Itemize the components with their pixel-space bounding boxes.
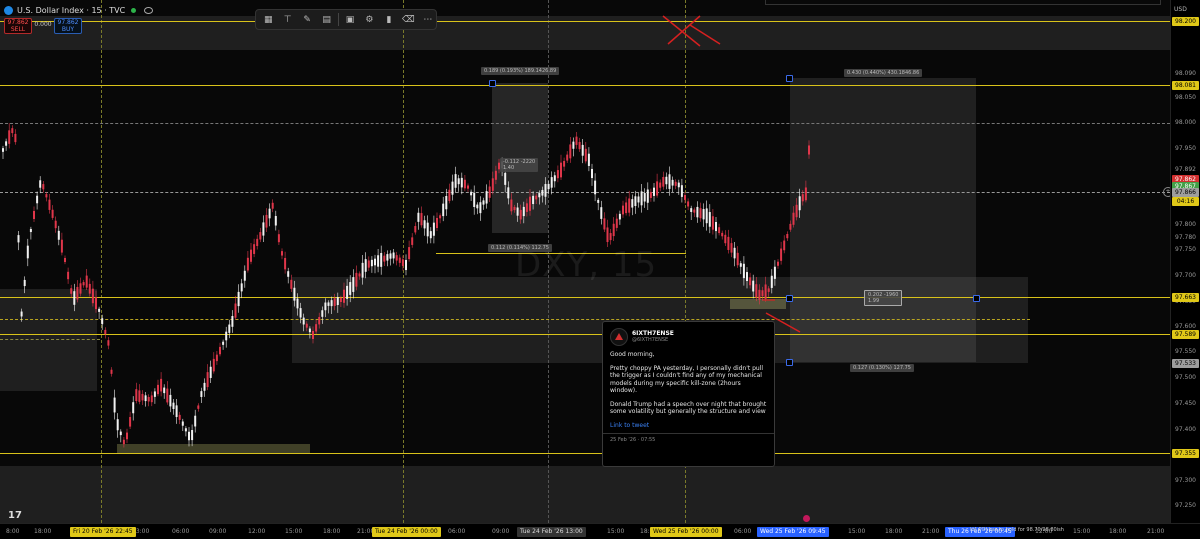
layout-icon[interactable]: ▦ (260, 12, 276, 27)
buy-label: BUY (61, 26, 75, 33)
chart-plot-area[interactable]: DXY, 15 0.189 (0.193%) 189.1426.89 -0.11… (0, 0, 1170, 523)
price-tick: 97.600 (1175, 323, 1196, 330)
sell-price: 97.862 (7, 19, 29, 26)
time-tick: 18:00 (323, 528, 341, 535)
tv-logo-icon: 17 (8, 510, 22, 521)
price-tick: 97.700 (1175, 272, 1196, 279)
time-tick: 06:00 (734, 528, 752, 535)
time-badge: Wed 25 Feb '26 09:45 (757, 527, 829, 537)
tweet-paragraph-2: Donald Trump had a speech over night tha… (610, 400, 767, 416)
price-badge: 97.355 (1172, 449, 1199, 458)
tweet-greeting: Good morning, (610, 351, 655, 358)
brush-icon[interactable]: ✎ (299, 12, 315, 27)
price-badge: 97.663 (1172, 293, 1199, 302)
reply-icon[interactable] (803, 515, 810, 522)
price-tick: 98.050 (1175, 94, 1196, 101)
buy-button[interactable]: 97.862 BUY (54, 18, 82, 34)
axis-settings-icon[interactable]: + (1163, 187, 1170, 197)
delete-icon[interactable]: ⌫ (400, 12, 416, 27)
price-badge: 97.533 (1172, 359, 1199, 368)
time-tick: 06:00 (172, 528, 190, 535)
price-tick: 97.500 (1175, 374, 1196, 381)
time-tick: 15:00 (1073, 528, 1091, 535)
price-badge: 97.589 (1172, 330, 1199, 339)
time-tick: 06:00 (448, 528, 466, 535)
tweet-paragraph-1: Pretty choppy PA yesterday, I personally… (610, 364, 764, 395)
time-tick: 15:00 (285, 528, 303, 535)
time-tick: 21:00 (922, 528, 940, 535)
live-dot-icon (131, 7, 137, 13)
time-tick: 8:00 (6, 528, 20, 535)
price-tick: 97.250 (1175, 502, 1196, 509)
analysis-note: H4 POI has to hold for 98.70/98.80ish (970, 527, 1064, 533)
time-tick: 18:00 (1109, 528, 1127, 535)
time-badge: Fri 20 Feb '26 22:45 (70, 527, 136, 537)
price-tick: 97.750 (1175, 246, 1196, 253)
time-badge: Tue 24 Feb '26 13:00 (517, 527, 586, 537)
tweet-author-name: 6IXTH7ENSE (632, 329, 674, 337)
time-tick: 15:00 (607, 528, 625, 535)
price-tick: 97.450 (1175, 400, 1196, 407)
add-text-icon[interactable]: ▣ (342, 12, 358, 27)
tweet-link[interactable]: Link to tweet (610, 422, 767, 430)
sell-button[interactable]: 97.862 SELL (4, 18, 32, 34)
spread-value: 0.000 (34, 21, 52, 28)
red-annotations (662, 15, 801, 333)
price-tick: 97.300 (1175, 477, 1196, 484)
toolbar-divider (337, 13, 339, 26)
price-tick: 97.950 (1175, 145, 1196, 152)
price-badge: 98.200 (1172, 17, 1199, 26)
eye-icon[interactable] (144, 6, 154, 14)
tweet-card[interactable]: 6IXTH7ENSE @6IXTH7ENSE Good morning, Pre… (602, 321, 775, 467)
price-axis[interactable]: USD 98.200 98.090 98.050 98.000 97.950 97.892… (1170, 0, 1200, 523)
text-icon[interactable]: ⊤ (279, 12, 295, 27)
price-badge: 04:16 (1172, 197, 1199, 206)
lock-icon[interactable]: ▮ (381, 12, 397, 27)
time-badge: Tue 24 Feb '26 00:00 (372, 527, 441, 537)
price-badge: 97.866 (1172, 188, 1199, 197)
time-tick: 12:00 (248, 528, 266, 535)
tweet-author-handle: @6IXTH7ENSE (632, 337, 669, 343)
more-icon[interactable]: ⋯ (420, 12, 436, 27)
price-tick: 98.000 (1175, 119, 1196, 126)
settings-icon[interactable]: ⚙ (361, 12, 377, 27)
symbol-legend: U.S. Dollar Index · 15 · TVC 97.862 SELL… (4, 4, 154, 34)
price-tick: 97.780 (1175, 234, 1196, 241)
symbol-title[interactable]: U.S. Dollar Index · 15 · TVC (17, 6, 125, 15)
buy-price: 97.862 (57, 19, 79, 26)
price-tick: 97.800 (1175, 221, 1196, 228)
time-tick: 15:00 (848, 528, 866, 535)
time-tick: 21:00 (1147, 528, 1165, 535)
price-badge: 98.081 (1172, 81, 1199, 90)
tweet-divider (603, 433, 774, 434)
tweet-timestamp: 25 Feb '26 · 07:55 (610, 437, 656, 443)
price-tick: 98.090 (1175, 70, 1196, 77)
currency-label: USD (1174, 6, 1187, 13)
time-badge: Wed 25 Feb '26 00:00 (650, 527, 722, 537)
top-panel-edge (765, 0, 1161, 5)
time-tick: 09:00 (209, 528, 227, 535)
time-tick: 18:00 (885, 528, 903, 535)
price-tick: 97.892 (1175, 166, 1196, 173)
logo-icon (4, 5, 13, 15)
fill-icon[interactable]: ▤ (318, 12, 334, 27)
price-tick: 97.550 (1175, 348, 1196, 355)
avatar (610, 328, 628, 346)
price-tick: 97.400 (1175, 426, 1196, 433)
time-tick: 18:00 (34, 528, 52, 535)
drawing-toolbar: ▦ ⊤ ✎ ▤ ▣ ⚙ ▮ ⌫ ⋯ (255, 9, 437, 30)
chart-app: DXY, 15 0.189 (0.193%) 189.1426.89 -0.11… (0, 0, 1200, 539)
sell-label: SELL (10, 26, 26, 33)
time-tick: 09:00 (492, 528, 510, 535)
